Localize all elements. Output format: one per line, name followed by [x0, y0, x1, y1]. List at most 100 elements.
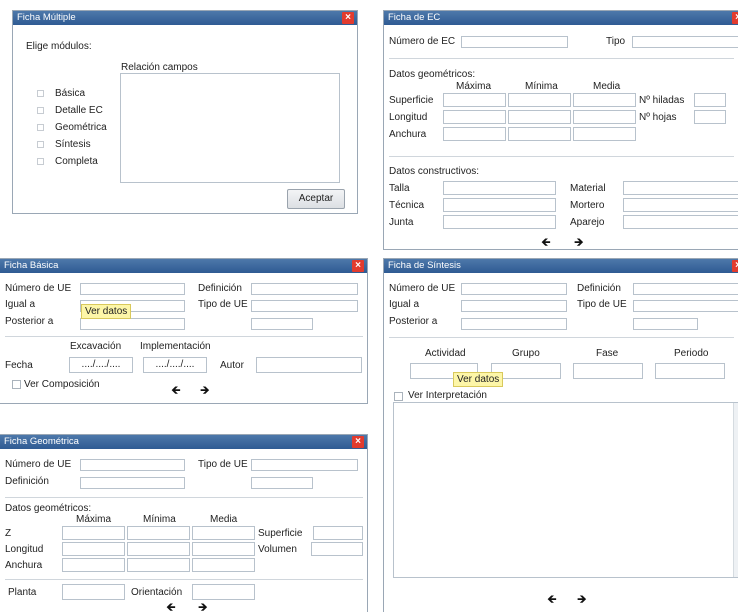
later-than-extra-field[interactable]: [251, 318, 313, 330]
module-detalle-checkbox[interactable]: [37, 107, 44, 114]
surface-max-field[interactable]: [443, 93, 506, 107]
prev-arrow-icon[interactable]: 🡸: [166, 601, 176, 612]
tecnica-field[interactable]: [443, 198, 556, 212]
surface-field[interactable]: [313, 526, 363, 540]
module-geometrica-checkbox[interactable]: [37, 124, 44, 131]
surface-avg-field[interactable]: [573, 93, 636, 107]
surface-label: Superficie: [389, 95, 434, 106]
separator: [5, 497, 363, 498]
length-min-field[interactable]: [508, 110, 571, 124]
interpretation-scrollbar[interactable]: [733, 403, 738, 577]
ue-type-field[interactable]: [633, 300, 738, 312]
definition-field[interactable]: [80, 477, 185, 489]
orientation-field[interactable]: [192, 584, 255, 600]
ue-number-field[interactable]: [461, 283, 567, 295]
choose-modules-label: Elige módulos:: [26, 41, 92, 52]
width-min-field[interactable]: [127, 558, 190, 572]
ue-type-label: Tipo de UE: [198, 459, 248, 470]
definition-label: Definición: [577, 283, 621, 294]
mortero-field[interactable]: [623, 198, 738, 212]
excavation-date-field[interactable]: ..../..../....: [69, 357, 133, 373]
view-interpretation-checkbox[interactable]: [394, 392, 403, 401]
sheets-field[interactable]: [694, 110, 726, 124]
view-data-tooltip: Ver datos: [453, 372, 504, 387]
prev-arrow-icon[interactable]: 🡸: [541, 236, 551, 248]
ue-type-label: Tipo de UE: [577, 299, 627, 310]
ficha-sintesis-titlebar[interactable]: Ficha de Síntesis ×: [384, 259, 738, 273]
z-max-field[interactable]: [62, 526, 125, 540]
talla-field[interactable]: [443, 181, 556, 195]
volume-field[interactable]: [311, 542, 363, 556]
date-label: Fecha: [5, 360, 33, 371]
definition-field[interactable]: [633, 283, 738, 295]
close-icon[interactable]: ×: [342, 12, 354, 24]
definition-field[interactable]: [251, 283, 358, 295]
later-than-extra-field[interactable]: [633, 318, 698, 330]
ue-number-label: Número de UE: [389, 283, 456, 294]
next-arrow-icon[interactable]: 🡺: [577, 593, 587, 605]
ec-number-field[interactable]: [461, 36, 568, 48]
module-basica-checkbox[interactable]: [37, 90, 44, 97]
close-icon[interactable]: ×: [352, 436, 364, 448]
interpretation-textarea[interactable]: [393, 402, 738, 578]
width-min-field[interactable]: [508, 127, 571, 141]
width-label: Anchura: [5, 560, 43, 571]
aparejo-field[interactable]: [623, 215, 738, 229]
surface-label: Superficie: [258, 528, 303, 539]
talla-label: Talla: [389, 183, 410, 194]
close-icon[interactable]: ×: [732, 260, 738, 272]
z-min-field[interactable]: [127, 526, 190, 540]
rows-field[interactable]: [694, 93, 726, 107]
ue-number-label: Número de UE: [5, 459, 72, 470]
width-avg-field[interactable]: [573, 127, 636, 141]
surface-min-field[interactable]: [508, 93, 571, 107]
ec-type-field[interactable]: [632, 36, 738, 48]
ue-number-field[interactable]: [80, 459, 185, 471]
module-completa-checkbox[interactable]: [37, 158, 44, 165]
later-than-field[interactable]: [80, 318, 185, 330]
length-max-field[interactable]: [443, 110, 506, 124]
accept-button[interactable]: Aceptar: [287, 189, 345, 209]
length-avg-field[interactable]: [573, 110, 636, 124]
material-field[interactable]: [623, 181, 738, 195]
module-sintesis-checkbox[interactable]: [37, 141, 44, 148]
length-avg-field[interactable]: [192, 542, 255, 556]
z-avg-field[interactable]: [192, 526, 255, 540]
equal-to-field[interactable]: [461, 300, 567, 312]
ue-number-field[interactable]: [80, 283, 185, 295]
ficha-basica-titlebar[interactable]: Ficha Básica ×: [0, 259, 367, 273]
next-arrow-icon[interactable]: 🡺: [200, 384, 210, 396]
window-title: Ficha Múltiple: [17, 12, 76, 23]
plan-field[interactable]: [62, 584, 125, 600]
junta-label: Junta: [389, 217, 414, 228]
width-avg-field[interactable]: [192, 558, 255, 572]
author-field[interactable]: [256, 357, 362, 373]
prev-arrow-icon[interactable]: 🡸: [547, 593, 557, 605]
close-icon[interactable]: ×: [352, 260, 364, 272]
ue-type-field[interactable]: [251, 459, 358, 471]
view-composition-checkbox[interactable]: [12, 380, 21, 389]
width-max-field[interactable]: [62, 558, 125, 572]
implementation-date-field[interactable]: ..../..../....: [143, 357, 207, 373]
length-max-field[interactable]: [62, 542, 125, 556]
later-than-label: Posterior a: [5, 316, 54, 327]
separator: [389, 156, 734, 157]
length-min-field[interactable]: [127, 542, 190, 556]
phase-field[interactable]: [573, 363, 643, 379]
period-field[interactable]: [655, 363, 725, 379]
width-max-field[interactable]: [443, 127, 506, 141]
ficha-multiple-titlebar[interactable]: Ficha Múltiple ×: [13, 11, 357, 25]
sheets-label: Nº hojas: [639, 112, 677, 123]
relation-fields-box[interactable]: [120, 73, 340, 183]
later-than-field[interactable]: [461, 318, 567, 330]
later-than-label: Posterior a: [389, 316, 438, 327]
next-arrow-icon[interactable]: 🡺: [198, 601, 208, 612]
ue-type-field[interactable]: [251, 300, 358, 312]
next-arrow-icon[interactable]: 🡺: [574, 236, 584, 248]
prev-arrow-icon[interactable]: 🡸: [171, 384, 181, 396]
junta-field[interactable]: [443, 215, 556, 229]
ficha-ec-titlebar[interactable]: Ficha de EC ×: [384, 11, 738, 25]
ficha-geometrica-titlebar[interactable]: Ficha Geométrica ×: [0, 435, 367, 449]
close-icon[interactable]: ×: [732, 12, 738, 24]
definition-extra-field[interactable]: [251, 477, 313, 489]
